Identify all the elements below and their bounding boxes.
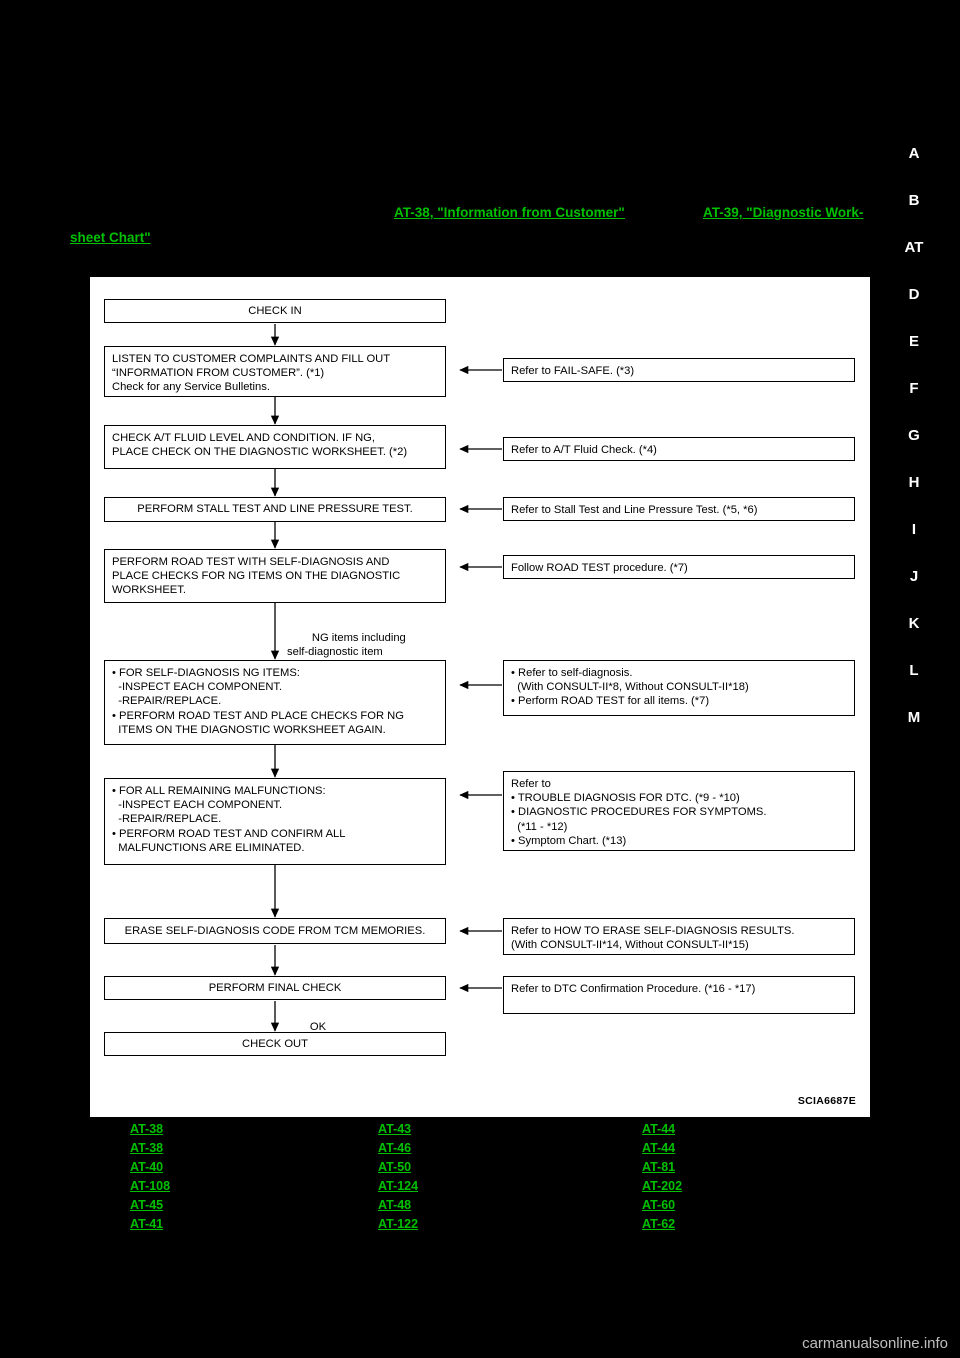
bottom-link-c1-r2[interactable]: AT-38: [130, 1141, 163, 1155]
node-remaining-malfunctions: • FOR ALL REMAINING MALFUNCTIONS: -INSPE…: [104, 778, 446, 865]
ref-stall-line-pressure: Refer to Stall Test and Line Pressure Te…: [503, 497, 855, 521]
rail-letter-a: A: [908, 145, 920, 162]
node-check-fluid: CHECK A/T FLUID LEVEL AND CONDITION. IF …: [104, 425, 446, 469]
link-column-1: AT-38 AT-38 AT-40 AT-108 AT-45 AT-41: [130, 1122, 330, 1236]
bottom-link-c2-r5[interactable]: AT-48: [378, 1198, 411, 1212]
rail-letter-b: B: [908, 192, 920, 209]
figure-code: SCIA6687E: [797, 1095, 856, 1107]
flowchart-figure: CHECK IN LISTEN TO CUSTOMER COMPLAINTS A…: [90, 277, 870, 1117]
rail-letter-h: H: [908, 474, 920, 491]
node-perform-final-check: PERFORM FINAL CHECK: [104, 976, 446, 1000]
node-check-out: CHECK OUT: [104, 1032, 446, 1056]
page-root: A B AT D E F G H I J K L M AT-38, "Infor…: [0, 0, 960, 1358]
bottom-link-c2-r4[interactable]: AT-124: [378, 1179, 418, 1193]
bottom-link-c2-r6[interactable]: AT-122: [378, 1217, 418, 1231]
rail-letter-f: F: [909, 380, 919, 397]
node-erase-self-diagnosis-code: ERASE SELF-DIAGNOSIS CODE FROM TCM MEMOR…: [104, 918, 446, 944]
bottom-link-c3-r3[interactable]: AT-81: [642, 1160, 675, 1174]
bottom-link-c1-r3[interactable]: AT-40: [130, 1160, 163, 1174]
rail-letter-k: K: [908, 615, 920, 632]
node-check-in: CHECK IN: [104, 299, 446, 323]
ref-erase-results: Refer to HOW TO ERASE SELF-DIAGNOSIS RES…: [503, 918, 855, 955]
rail-letter-l: L: [909, 662, 919, 679]
rail-letter-at: AT: [904, 239, 924, 256]
bottom-link-c3-r4[interactable]: AT-202: [642, 1179, 682, 1193]
bottom-link-c3-r6[interactable]: AT-62: [642, 1217, 675, 1231]
bottom-link-c1-r5[interactable]: AT-45: [130, 1198, 163, 1212]
link-information-from-customer[interactable]: AT-38, "Information from Customer": [394, 205, 625, 220]
ref-at-fluid-check: Refer to A/T Fluid Check. (*4): [503, 437, 855, 461]
bottom-link-c1-r6[interactable]: AT-41: [130, 1217, 163, 1231]
link-diagnostic-worksheet-chart-part1[interactable]: AT-39, "Diagnostic Work-: [703, 205, 863, 220]
site-watermark: carmanualsonline.info: [802, 1335, 948, 1352]
bottom-link-c1-r1[interactable]: AT-38: [130, 1122, 163, 1136]
ref-self-diagnosis: • Refer to self-diagnosis. (With CONSULT…: [503, 660, 855, 716]
rail-letter-j: J: [909, 568, 919, 585]
bottom-link-c2-r2[interactable]: AT-46: [378, 1141, 411, 1155]
node-listen-to-customer: LISTEN TO CUSTOMER COMPLAINTS AND FILL O…: [104, 346, 446, 397]
link-diagnostic-worksheet-chart-part2[interactable]: sheet Chart": [70, 230, 151, 245]
ref-trouble-diagnosis: Refer to • TROUBLE DIAGNOSIS FOR DTC. (*…: [503, 771, 855, 851]
link-column-2: AT-43 AT-46 AT-50 AT-124 AT-48 AT-122: [378, 1122, 578, 1236]
ref-road-test-procedure: Follow ROAD TEST procedure. (*7): [503, 555, 855, 579]
link-column-3: AT-44 AT-44 AT-81 AT-202 AT-60 AT-62: [642, 1122, 842, 1236]
ref-fail-safe: Refer to FAIL-SAFE. (*3): [503, 358, 855, 382]
bottom-link-c3-r5[interactable]: AT-60: [642, 1198, 675, 1212]
bottom-link-c3-r1[interactable]: AT-44: [642, 1122, 675, 1136]
bottom-link-c3-r2[interactable]: AT-44: [642, 1141, 675, 1155]
bottom-link-c2-r3[interactable]: AT-50: [378, 1160, 411, 1174]
rail-letter-g: G: [908, 427, 920, 444]
rail-letter-d: D: [908, 286, 920, 303]
node-stall-test: PERFORM STALL TEST AND LINE PRESSURE TES…: [104, 497, 446, 522]
node-road-test: PERFORM ROAD TEST WITH SELF-DIAGNOSIS AN…: [104, 549, 446, 603]
rail-letter-i: I: [911, 521, 917, 538]
section-letter-rail: A B AT D E F G H I J K L M: [894, 130, 934, 741]
ref-dtc-confirmation: Refer to DTC Confirmation Procedure. (*1…: [503, 976, 855, 1014]
bottom-link-c1-r4[interactable]: AT-108: [130, 1179, 170, 1193]
rail-letter-m: M: [907, 709, 921, 726]
bottom-link-c2-r1[interactable]: AT-43: [378, 1122, 411, 1136]
rail-letter-e: E: [908, 333, 919, 350]
node-self-diagnosis-ng-items: • FOR SELF-DIAGNOSIS NG ITEMS: -INSPECT …: [104, 660, 446, 745]
